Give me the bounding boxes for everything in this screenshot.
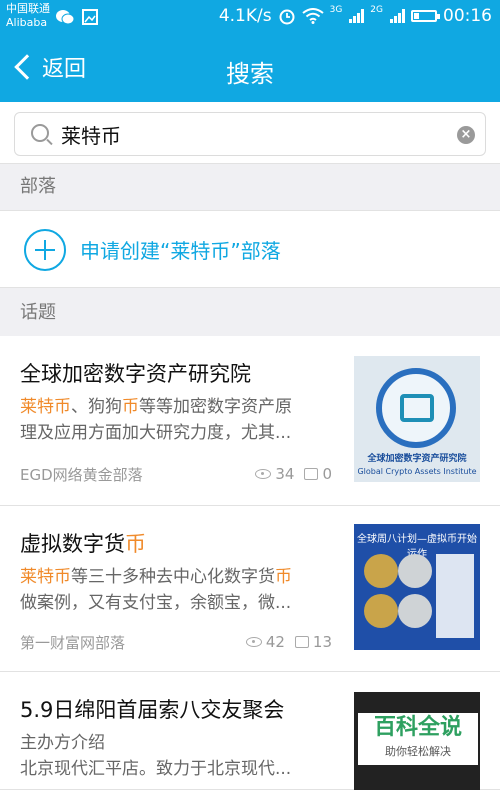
topic-desc-line2: 北京现代汇平店。致力于北京现代... — [20, 759, 292, 779]
comment-icon — [294, 636, 309, 648]
topic-desc-line1: 主办方介绍 — [20, 733, 105, 753]
desc-highlight: 莱特币 — [20, 567, 71, 587]
plus-circle-icon — [24, 229, 66, 271]
search-icon — [31, 124, 49, 142]
topic-thumbnail: 全球加密数字资产研究院 Global Crypto Assets Institu… — [354, 356, 480, 482]
search-bar: × — [0, 102, 500, 164]
topic-desc-line1: 莱特币、狗狗币等等加密数字资产原 — [20, 394, 340, 420]
topic-description: 莱特币等三十多种去中心化数字货币 做案例，又有支付宝，余额宝，微... — [20, 564, 340, 616]
title-text: 虚拟数字货 — [20, 532, 125, 556]
watermark-subtitle: 助你轻松解决 — [385, 745, 451, 758]
section-header-tribe: 部落 — [0, 164, 500, 210]
status-bar: 中国联通 Alibaba 4.1K/s 3G 2G 00:16 — [0, 0, 500, 37]
nav-bar: 返回 搜索 — [0, 37, 500, 102]
create-tribe-row[interactable]: 申请创建“莱特币”部落 — [0, 210, 500, 288]
signal-icon-2 — [390, 9, 405, 23]
section-header-topic: 话题 — [0, 290, 500, 336]
desc-highlight: 币 — [122, 397, 139, 417]
carrier-sub: Alibaba — [6, 16, 48, 29]
gold-coin-image — [364, 554, 398, 588]
watermark-logo: 百科全说 助你轻松解决 — [358, 713, 478, 765]
carrier-name: 中国联通 — [6, 2, 50, 15]
eye-icon — [245, 637, 262, 647]
battery-fill — [414, 13, 419, 19]
wifi-icon — [301, 8, 324, 24]
network-2g-label: 2G — [370, 5, 383, 15]
network-speed: 4.1K/s — [218, 6, 272, 26]
battery-icon — [411, 10, 440, 22]
desc-text: 等三十多种去中心化数字货 — [71, 567, 275, 587]
topic-title: 全球加密数字资产研究院 — [20, 362, 251, 386]
image-icon — [82, 9, 98, 25]
thumb-caption-en: Global Crypto Assets Institute — [357, 467, 477, 476]
topic-source: EGD网络黄金部落 — [20, 466, 143, 484]
comment-count: 13 — [312, 633, 332, 651]
search-box[interactable]: × — [14, 112, 486, 156]
lock-icon — [400, 394, 434, 422]
view-count: 34 — [275, 465, 295, 483]
silver-coin-image — [398, 594, 432, 628]
carrier-info: 中国联通 Alibaba — [6, 2, 50, 30]
topic-description: 莱特币、狗狗币等等加密数字资产原 理及应用方面加大研究力度，尤其... — [20, 394, 340, 446]
topic-desc-line2: 理及应用方面加大研究力度，尤其... — [20, 423, 292, 443]
desc-text: 等等加密数字资产原 — [139, 397, 292, 417]
comment-count: 0 — [322, 465, 332, 483]
desc-text: 、狗狗 — [71, 397, 122, 417]
page-title: 搜索 — [226, 60, 274, 88]
desc-highlight: 币 — [275, 567, 292, 587]
topic-item[interactable]: 虚拟数字货币 莱特币等三十多种去中心化数字货币 做案例，又有支付宝，余额宝，微.… — [0, 506, 500, 672]
signal-icon — [349, 9, 365, 23]
create-tribe-label: 申请创建“莱特币”部落 — [80, 239, 281, 263]
clear-icon[interactable]: × — [457, 126, 475, 144]
watermark-title: 百科全说 — [373, 715, 462, 740]
topic-item[interactable]: 全球加密数字资产研究院 莱特币、狗狗币等等加密数字资产原 理及应用方面加大研究力… — [0, 336, 500, 506]
alarm-icon — [279, 9, 295, 25]
silver-coin-image — [398, 554, 432, 588]
topic-thumbnail: 全球周八计划—虚拟币开始运作 — [354, 524, 480, 650]
clock: 00:16 — [443, 6, 492, 26]
document-image — [436, 554, 474, 638]
view-count: 42 — [265, 633, 285, 651]
title-highlight: 币 — [125, 532, 146, 556]
topic-title: 虚拟数字货币 — [20, 528, 146, 558]
comment-icon — [304, 468, 319, 480]
topic-stats: 42 13 — [245, 633, 332, 651]
topic-title: 5.9日绵阳首届索八交友聚会 — [20, 698, 285, 722]
gold-coin-image — [364, 594, 398, 628]
eye-icon — [255, 469, 272, 479]
topic-stats: 34 0 — [255, 465, 332, 483]
desc-highlight: 莱特币 — [20, 397, 71, 417]
topic-source: 第一财富网部落 — [20, 634, 126, 652]
network-3g-label: 3G — [329, 5, 343, 15]
topic-desc-line2: 做案例，又有支付宝，余额宝，微... — [20, 593, 292, 613]
wechat-icon — [56, 10, 74, 25]
topic-description: 主办方介绍 北京现代汇平店。致力于北京现代... — [20, 730, 340, 782]
topic-desc-line1: 莱特币等三十多种去中心化数字货币 — [20, 564, 340, 590]
search-input[interactable] — [61, 119, 441, 149]
thumb-caption: 全球加密数字资产研究院 — [367, 454, 467, 464]
